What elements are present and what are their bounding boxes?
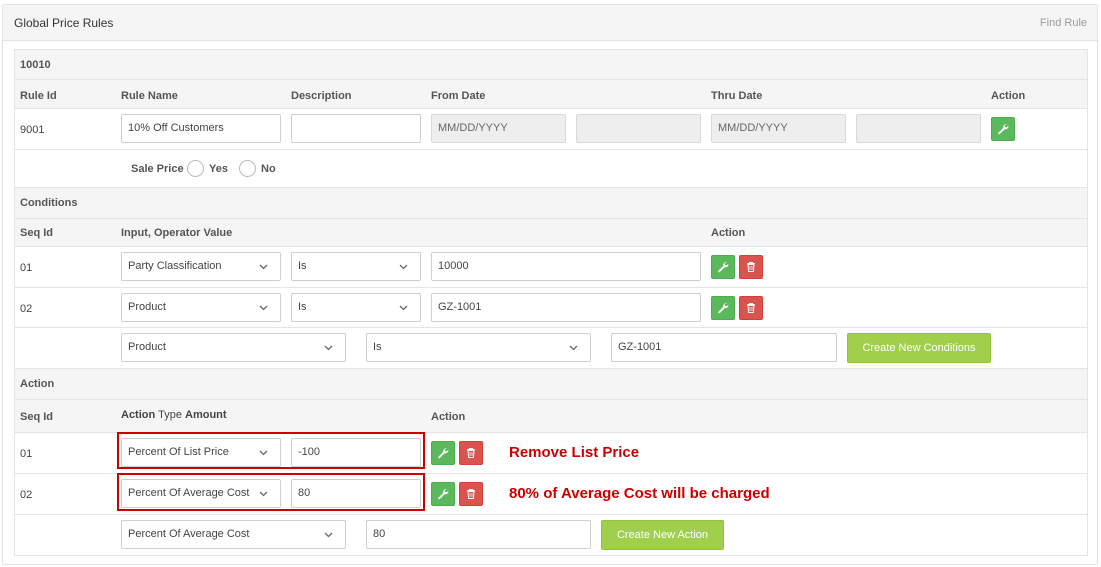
edit-condition-button[interactable] bbox=[711, 255, 735, 279]
condition-value-input[interactable]: GZ-1001 bbox=[431, 293, 701, 322]
highlight-box-action-01 bbox=[117, 432, 425, 469]
trash-icon bbox=[747, 303, 755, 313]
condition-input-select[interactable]: Product bbox=[121, 293, 281, 322]
create-new-action-button[interactable]: Create New Action bbox=[601, 520, 724, 550]
edit-action-button[interactable] bbox=[431, 441, 455, 465]
from-date-input[interactable]: MM/DD/YYYY bbox=[431, 114, 566, 143]
col-input-operator-value: Input, Operator Value bbox=[121, 227, 233, 239]
sale-price-no-label: No bbox=[261, 163, 276, 175]
from-time-input[interactable] bbox=[576, 114, 701, 143]
col-thru-date: Thru Date bbox=[711, 90, 763, 102]
chevron-down-icon bbox=[324, 345, 333, 351]
new-action-row: Percent Of Average Cost 80 Create New Ac… bbox=[15, 515, 1087, 556]
edit-condition-button[interactable] bbox=[711, 296, 735, 320]
rule-id-value: 9001 bbox=[20, 124, 45, 136]
action-columns-header: Seq Id Action Type Amount Action bbox=[15, 400, 1087, 433]
col-description: Description bbox=[291, 90, 352, 102]
thru-time-input[interactable] bbox=[856, 114, 981, 143]
rule-columns-header: Rule Id Rule Name Description From Date … bbox=[15, 80, 1087, 109]
col-rule-id: Rule Id bbox=[20, 90, 57, 102]
action-seq: 01 bbox=[20, 448, 33, 460]
trash-icon bbox=[747, 262, 755, 272]
highlight-box-action-02 bbox=[117, 473, 425, 511]
new-action-type-select[interactable]: Percent Of Average Cost bbox=[121, 520, 346, 549]
chevron-down-icon bbox=[569, 345, 578, 351]
sale-price-label: Sale Price bbox=[131, 163, 184, 175]
sale-price-no-radio[interactable] bbox=[239, 160, 256, 177]
rule-group-id: 10010 bbox=[20, 59, 51, 71]
condition-row: 01 Party Classification Is 10000 bbox=[15, 247, 1087, 288]
rule-data-row: 9001 10% Off Customers MM/DD/YYYY MM/DD/… bbox=[15, 109, 1087, 150]
annotation-remove-list-price: Remove List Price bbox=[509, 444, 640, 461]
new-action-amount-input[interactable]: 80 bbox=[366, 520, 591, 549]
col-action: Action bbox=[991, 90, 1026, 102]
description-input[interactable] bbox=[291, 114, 421, 143]
page-title: Global Price Rules bbox=[14, 16, 114, 30]
sale-price-yes-radio[interactable] bbox=[187, 160, 204, 177]
condition-value-input[interactable]: 10000 bbox=[431, 252, 701, 281]
wrench-icon bbox=[718, 303, 729, 314]
trash-icon bbox=[467, 448, 475, 458]
rule-id-row: 10010 bbox=[15, 50, 1087, 80]
col-from-date: From Date bbox=[431, 90, 486, 102]
new-condition-input-value: Product bbox=[128, 341, 166, 353]
conditions-columns-header: Seq Id Input, Operator Value Action bbox=[15, 219, 1087, 247]
create-new-conditions-button[interactable]: Create New Conditions bbox=[847, 333, 991, 363]
action-title: Action bbox=[20, 378, 55, 390]
chevron-down-icon bbox=[324, 532, 333, 538]
trash-icon bbox=[467, 489, 475, 499]
delete-action-button[interactable] bbox=[459, 482, 483, 506]
col-cond-seq-id: Seq Id bbox=[20, 227, 54, 239]
wrench-icon bbox=[718, 262, 729, 273]
edit-action-button[interactable] bbox=[431, 482, 455, 506]
condition-row: 02 Product Is GZ-1001 bbox=[15, 288, 1087, 328]
col-action-type-amount: Action Type Amount bbox=[121, 409, 227, 421]
sale-price-row: Sale Price Yes No bbox=[15, 150, 1087, 188]
action-seq: 02 bbox=[20, 489, 33, 501]
sale-price-yes-label: Yes bbox=[209, 163, 228, 175]
col-amount-word: Amount bbox=[185, 409, 227, 421]
condition-seq: 01 bbox=[20, 262, 33, 274]
action-title-row: Action bbox=[15, 369, 1087, 400]
rule-name-input[interactable]: 10% Off Customers bbox=[121, 114, 281, 143]
condition-input-select[interactable]: Party Classification bbox=[121, 252, 281, 281]
new-condition-value-input[interactable]: GZ-1001 bbox=[611, 333, 837, 362]
delete-action-button[interactable] bbox=[459, 441, 483, 465]
rule-form: 10010 Rule Id Rule Name Description From… bbox=[14, 49, 1088, 556]
edit-rule-button[interactable] bbox=[991, 117, 1015, 141]
chevron-down-icon bbox=[399, 264, 408, 270]
wrench-icon bbox=[438, 489, 449, 500]
condition-operator-value: Is bbox=[298, 260, 307, 272]
col-rule-name: Rule Name bbox=[121, 90, 178, 102]
find-rule-link[interactable]: Find Rule bbox=[1040, 17, 1087, 29]
delete-condition-button[interactable] bbox=[739, 296, 763, 320]
new-condition-row: Product Is GZ-1001 Create New Conditions bbox=[15, 328, 1087, 369]
new-condition-operator-value: Is bbox=[373, 341, 382, 353]
condition-operator-select[interactable]: Is bbox=[291, 293, 421, 322]
chevron-down-icon bbox=[399, 305, 408, 311]
col-cond-action: Action bbox=[711, 227, 746, 239]
col-action-action: Action bbox=[431, 411, 466, 423]
panel-header: Global Price Rules Find Rule bbox=[3, 5, 1097, 41]
col-action-word: Action bbox=[121, 409, 156, 421]
col-type-word: Type bbox=[158, 409, 182, 421]
thru-date-input[interactable]: MM/DD/YYYY bbox=[711, 114, 846, 143]
conditions-title: Conditions bbox=[20, 197, 78, 209]
new-condition-operator-select[interactable]: Is bbox=[366, 333, 591, 362]
condition-seq: 02 bbox=[20, 303, 33, 315]
chevron-down-icon bbox=[259, 264, 268, 270]
annotation-average-cost: 80% of Average Cost will be charged bbox=[509, 485, 770, 502]
condition-operator-value: Is bbox=[298, 301, 307, 313]
conditions-title-row: Conditions bbox=[15, 188, 1087, 219]
condition-input-value: Party Classification bbox=[128, 260, 222, 272]
condition-input-value: Product bbox=[128, 301, 166, 313]
col-action-seq-id: Seq Id bbox=[20, 411, 54, 423]
new-condition-input-select[interactable]: Product bbox=[121, 333, 346, 362]
chevron-down-icon bbox=[259, 305, 268, 311]
delete-condition-button[interactable] bbox=[739, 255, 763, 279]
new-action-type-value: Percent Of Average Cost bbox=[128, 528, 250, 540]
condition-operator-select[interactable]: Is bbox=[291, 252, 421, 281]
wrench-icon bbox=[998, 124, 1009, 135]
wrench-icon bbox=[438, 448, 449, 459]
